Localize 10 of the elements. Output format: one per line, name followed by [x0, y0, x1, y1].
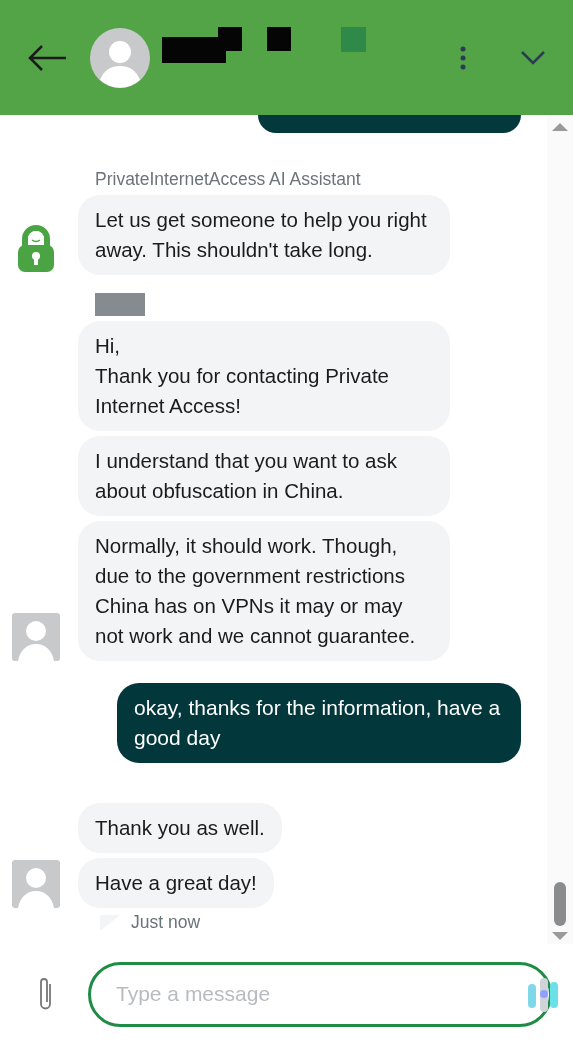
message-bubble: Thank you as well. [78, 803, 282, 853]
message-bubble: Normally, it should work. Though, due to the government restrictions China has on VPNs it may or may not work and we cannot guarantee. [78, 521, 450, 661]
message-bubble: Let us get someone to help you right away. This shouldn't take long. [78, 195, 450, 275]
message-bubble: I understand that you want to ask about obfuscation in China. [78, 436, 450, 516]
message-input[interactable]: Type a message [88, 961, 552, 1027]
message-bubble: Hi, Thank you for contacting Private Internet Access! [78, 321, 450, 431]
timestamp: Just now [131, 912, 201, 933]
sender-name: PrivateInternetAccess AI Assistant [95, 169, 362, 190]
message-bubble: okay, thanks for the information, have a good day [117, 683, 521, 763]
message-bubble: Have a great day! [78, 858, 274, 908]
